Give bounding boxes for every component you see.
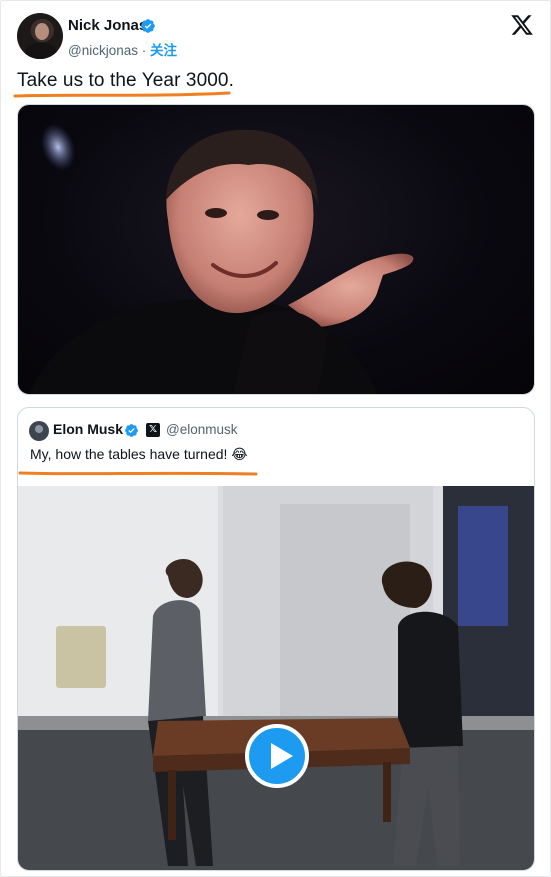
quoted-author-avatar[interactable]: [29, 421, 49, 441]
tweet-photo[interactable]: [17, 104, 535, 395]
quoted-verified-badge-icon: [125, 424, 138, 437]
quoted-author-handle[interactable]: @elonmusk: [166, 422, 237, 437]
quoted-tweet-text: My, how the tables have turned! 😂: [30, 446, 248, 462]
tweet-text: Take us to the Year 3000.: [17, 70, 234, 91]
author-avatar[interactable]: [17, 13, 63, 59]
quoted-tweet[interactable]: Elon Musk 𝕏 @elonmusk My, how the tables…: [17, 407, 535, 871]
avatar-body-shape: [25, 43, 57, 59]
avatar-face-shape: [35, 23, 49, 40]
author-handle-row: @nickjonas · 关注: [68, 39, 177, 59]
verified-badge-icon: [141, 19, 155, 33]
author-handle[interactable]: @nickjonas: [68, 43, 138, 58]
video-frame-illustration: [18, 486, 534, 870]
handle-separator: ·: [138, 43, 150, 58]
photo-illustration: [28, 123, 414, 394]
tweet-card: Nick Jonas @nickjonas · 关注 Take us to th…: [0, 0, 551, 877]
quoted-video[interactable]: [18, 486, 534, 870]
x-logo-icon[interactable]: [510, 13, 534, 37]
follow-button[interactable]: 关注: [150, 43, 177, 58]
quoted-author-name[interactable]: Elon Musk: [53, 421, 123, 437]
play-video-button[interactable]: [245, 724, 309, 788]
affiliation-badge-icon: 𝕏: [146, 423, 160, 437]
author-name[interactable]: Nick Jonas: [68, 17, 147, 34]
highlight-underline: [13, 91, 231, 98]
quoted-highlight-underline: [18, 471, 258, 476]
